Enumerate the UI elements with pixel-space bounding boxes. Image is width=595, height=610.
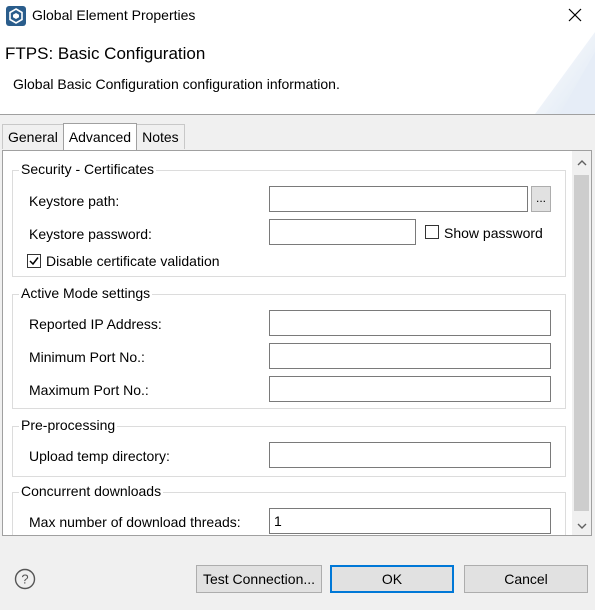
preprocessing-group: Pre-processing Upload temp directory: [12,417,566,477]
cancel-button[interactable]: Cancel [464,565,588,593]
max-port-input[interactable] [269,376,551,402]
group-title: Pre-processing [19,417,118,433]
reported-ip-label: Reported IP Address: [29,316,162,332]
tab-general[interactable]: General [2,124,64,149]
keystore-password-input[interactable] [269,219,416,245]
header-banner: FTPS: Basic Configuration Global Basic C… [0,32,595,115]
group-title: Concurrent downloads [19,483,164,499]
tab-bar: General Advanced Notes [2,123,185,150]
window-title: Global Element Properties [32,7,196,23]
help-button[interactable]: ? [14,568,36,590]
max-threads-label: Max number of download threads: [29,514,241,530]
page-title: FTPS: Basic Configuration [5,44,206,63]
tab-notes[interactable]: Notes [136,124,185,149]
browse-button[interactable]: ... [531,186,551,212]
security-certificates-group: Security - Certificates Keystore path: .… [12,161,566,277]
upload-temp-label: Upload temp directory: [29,448,170,464]
tab-content-panel: Security - Certificates Keystore path: .… [2,150,592,536]
min-port-label: Minimum Port No.: [29,349,145,365]
chevron-up-icon [577,153,587,169]
banner-decoration [535,32,595,114]
disable-validation-checkbox[interactable] [27,254,41,268]
reported-ip-input[interactable] [269,310,551,336]
max-threads-input[interactable] [269,508,551,534]
keystore-path-input[interactable] [269,186,528,212]
keystore-path-label: Keystore path: [29,193,120,209]
scroll-thumb[interactable] [574,175,589,511]
tab-advanced[interactable]: Advanced [62,123,138,150]
scroll-up-button[interactable] [572,151,591,171]
show-password-checkbox[interactable] [425,225,439,239]
close-icon [568,8,582,25]
page-description: Global Basic Configuration configuration… [13,76,340,92]
checkmark-icon [29,257,39,266]
vertical-scrollbar[interactable] [572,151,591,535]
keystore-password-label: Keystore password: [29,226,152,242]
ok-button[interactable]: OK [330,565,454,593]
chevron-down-icon [577,517,587,533]
dialog-window: Global Element Properties FTPS: Basic Co… [0,0,595,610]
concurrent-downloads-group: Concurrent downloads Max number of downl… [12,483,566,535]
disable-validation-label: Disable certificate validation [46,253,220,269]
help-icon: ? [14,568,36,593]
min-port-input[interactable] [269,343,551,369]
max-port-label: Maximum Port No.: [29,382,149,398]
group-title: Active Mode settings [19,285,153,301]
show-password-label: Show password [444,225,543,241]
svg-text:?: ? [21,572,28,587]
app-logo-icon [6,6,26,26]
active-mode-group: Active Mode settings Reported IP Address… [12,285,566,409]
scroll-down-button[interactable] [572,515,591,535]
title-bar: Global Element Properties [0,0,595,32]
upload-temp-input[interactable] [269,442,551,468]
group-title: Security - Certificates [19,161,157,177]
close-button[interactable] [561,4,589,28]
test-connection-button[interactable]: Test Connection... [196,565,322,593]
